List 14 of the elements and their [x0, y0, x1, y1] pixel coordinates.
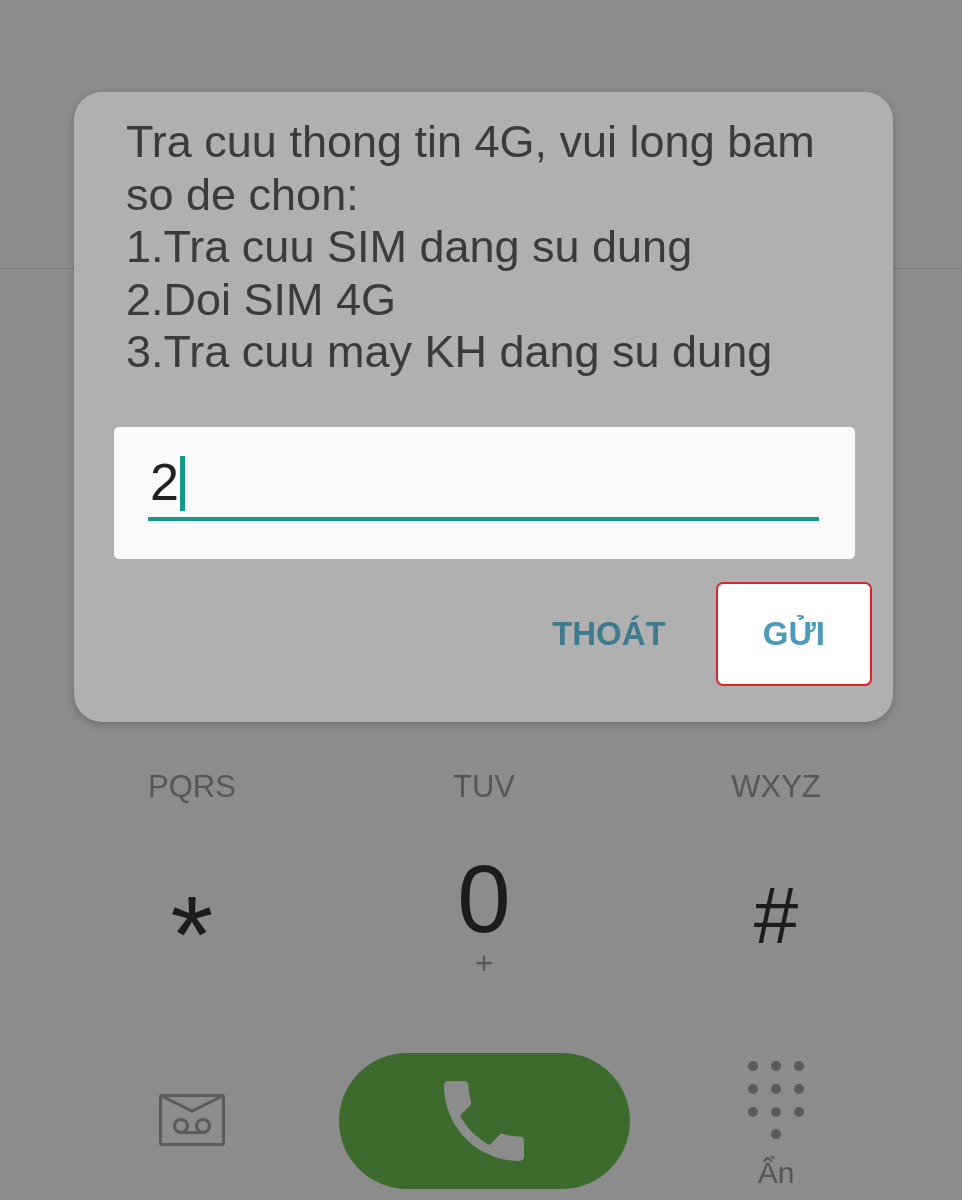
dial-key[interactable]: 0 + [457, 849, 511, 979]
dialog-button[interactable]: GỬI [715, 581, 872, 686]
menu-option: 1.Tra cuu SIM dang su dung [126, 221, 843, 274]
menu-option: 2.Doi SIM 4G [126, 273, 843, 326]
dial-key[interactable]: * [170, 893, 214, 940]
dial-key[interactable]: # [753, 886, 799, 944]
phone-icon [444, 1080, 524, 1161]
menu-option: 3.Tra cuu may KH dang su dung [126, 326, 843, 379]
text-cursor [179, 455, 185, 511]
text-input[interactable]: 2 [148, 446, 819, 521]
voicemail-icon[interactable] [159, 1093, 225, 1146]
dialpad-icon [748, 1061, 804, 1139]
dialog-message: Tra cuu thong tin 4G, vui long bam so de chon: [126, 116, 816, 221]
dialog-button[interactable]: THOÁT [552, 614, 666, 653]
